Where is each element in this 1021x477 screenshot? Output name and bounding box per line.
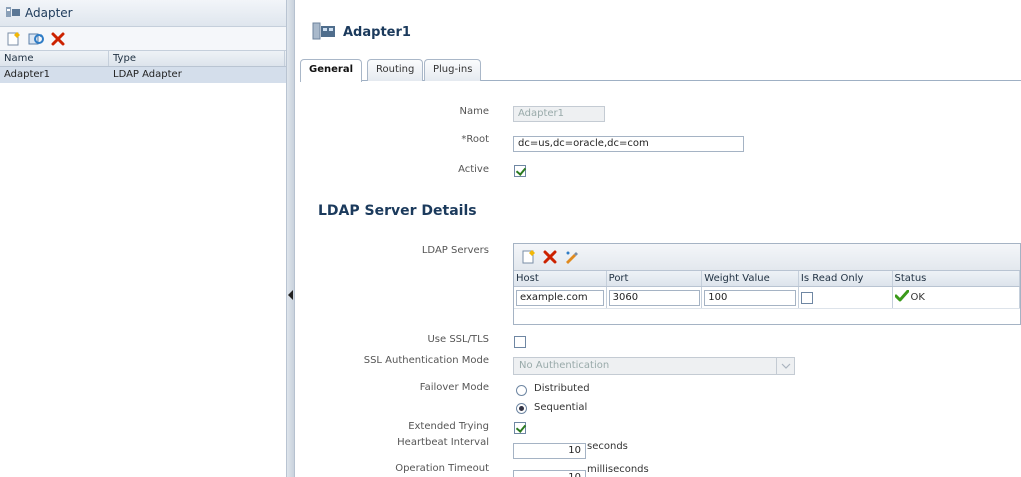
column-header-status[interactable]: Status [893, 271, 1021, 286]
page-title-text: Adapter1 [343, 25, 411, 40]
host-cell: example.com [514, 287, 607, 308]
extended-trying-checkbox[interactable] [514, 422, 526, 434]
delete-icon [543, 250, 557, 264]
tab-general[interactable]: General [300, 59, 362, 82]
tab-bar: General Routing Plug-ins [300, 57, 1021, 82]
failover-distributed-radio[interactable] [516, 385, 527, 396]
column-header-read-only[interactable]: Is Read Only [799, 271, 893, 286]
table-row[interactable]: Adapter1 LDAP Adapter [0, 67, 286, 83]
delete-icon [51, 32, 65, 45]
adapter-toolbar [0, 27, 286, 51]
root-field[interactable]: dc=us,dc=oracle,dc=com [513, 136, 744, 152]
ssl-auth-select: No Authentication [513, 357, 795, 375]
ldap-servers-table: Host Port Weight Value Is Read Only Stat… [513, 243, 1021, 325]
adapter-type-cell: LDAP Adapter [113, 69, 182, 80]
port-input[interactable]: 3060 [608, 289, 700, 306]
add-server-button[interactable] [520, 248, 538, 266]
failover-sequential-label[interactable]: Sequential [534, 402, 587, 413]
name-label: Name [459, 106, 489, 117]
delete-adapter-button[interactable] [49, 30, 67, 48]
failover-label: Failover Mode [419, 382, 489, 393]
heartbeat-input[interactable]: 10 [513, 443, 586, 459]
root-label: *Root [461, 134, 489, 145]
read-only-checkbox[interactable] [800, 291, 813, 304]
column-header-port[interactable]: Port [607, 271, 703, 286]
read-only-cell [799, 287, 893, 308]
collapse-left-panel-button[interactable] [288, 286, 294, 304]
servers-table-header: Host Port Weight Value Is Read Only Stat… [514, 271, 1021, 287]
heartbeat-unit: seconds [587, 441, 628, 452]
status-text: OK [910, 292, 925, 303]
name-field: Adapter1 [513, 106, 605, 122]
table-row[interactable]: example.com 3060 100 OK [514, 287, 1021, 309]
refresh-adapter-button[interactable] [27, 30, 45, 48]
active-checkbox[interactable] [514, 165, 526, 177]
edit-server-button[interactable] [562, 248, 580, 266]
column-header-type[interactable]: Type [109, 51, 285, 66]
panel-splitter[interactable] [287, 0, 295, 477]
new-icon [7, 31, 20, 45]
failover-distributed-label[interactable]: Distributed [534, 383, 590, 394]
edit-icon [566, 251, 578, 264]
weight-cell: 100 [702, 287, 799, 308]
check-icon [894, 289, 910, 305]
status-cell: OK [893, 287, 1021, 308]
page-title: Adapter1 [312, 20, 411, 45]
adapter-panel-header: Adapter [0, 0, 286, 27]
ldap-servers-label: LDAP Servers [421, 245, 489, 256]
add-icon [522, 250, 535, 264]
weight-input[interactable]: 100 [704, 289, 797, 306]
timeout-unit: milliseconds [587, 464, 649, 475]
ldap-section-title: LDAP Server Details [318, 203, 477, 219]
servers-toolbar [514, 244, 1020, 271]
column-header-weight[interactable]: Weight Value [702, 271, 799, 286]
delete-server-button[interactable] [541, 248, 559, 266]
ssl-auth-label: SSL Authentication Mode [363, 355, 489, 366]
chevron-left-icon [288, 290, 293, 300]
chevron-down-icon [776, 358, 794, 374]
host-input[interactable]: example.com [516, 289, 604, 306]
port-cell: 3060 [607, 287, 703, 308]
timeout-label: Operation Timeout [395, 463, 489, 474]
failover-sequential-radio[interactable] [516, 403, 527, 414]
extended-trying-label: Extended Trying [408, 421, 489, 432]
use-ssl-checkbox[interactable] [514, 336, 526, 348]
ssl-auth-value: No Authentication [519, 360, 610, 371]
adapter-name-cell: Adapter1 [4, 69, 51, 80]
tab-plugins[interactable]: Plug-ins [424, 59, 482, 81]
column-header-host[interactable]: Host [514, 271, 607, 286]
heartbeat-label: Heartbeat Interval [397, 437, 489, 448]
adapter-panel-title: Adapter [25, 6, 73, 20]
adapter-list-panel: Adapter Name Type Adapter1 LDAP Adapter [0, 0, 287, 477]
adapter-table-header: Name Type [0, 51, 286, 67]
refresh-icon [28, 33, 44, 44]
new-adapter-button[interactable] [5, 30, 23, 48]
adapter-icon [5, 5, 21, 22]
use-ssl-label: Use SSL/TLS [427, 334, 489, 345]
tab-routing[interactable]: Routing [367, 59, 424, 81]
column-header-name[interactable]: Name [0, 51, 109, 66]
adapter-large-icon [312, 20, 338, 45]
timeout-input[interactable]: 10 [513, 470, 586, 477]
active-label: Active [458, 164, 489, 175]
